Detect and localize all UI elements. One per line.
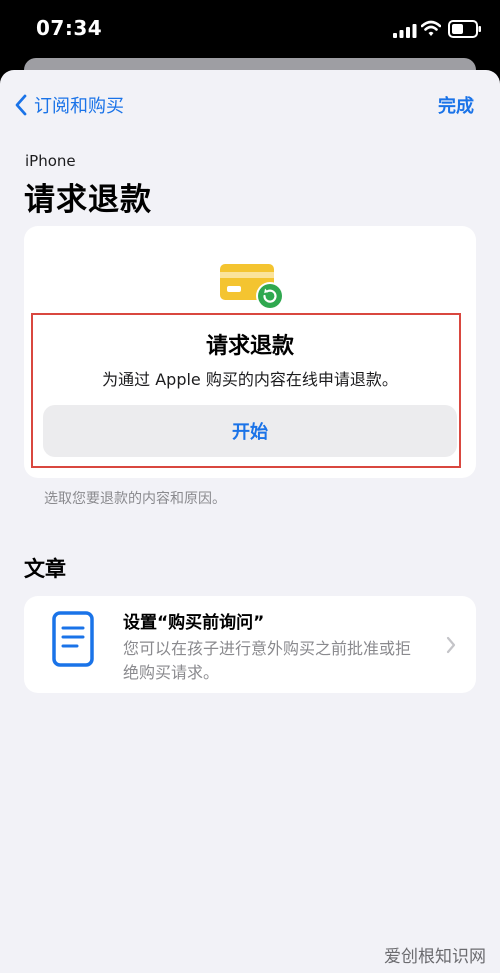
status-time: 07:34 [36, 16, 103, 40]
status-bar: 07:34 [0, 0, 500, 62]
signal-icon [393, 24, 417, 38]
section-title-articles: 文章 [24, 557, 66, 581]
article-description: 您可以在孩子进行意外购买之前批准或拒绝购买请求。 [123, 639, 412, 682]
credit-card-refund-icon [220, 264, 284, 310]
card-footer-note: 选取您要退款的内容和原因。 [44, 491, 226, 507]
page-eyebrow: iPhone [25, 152, 76, 170]
back-button[interactable]: 订阅和购买 [14, 92, 124, 118]
article-title: 设置“购买前询问” [123, 613, 265, 633]
refund-card: 请求退款 为通过 Apple 购买的内容在线申请退款。 开始 [24, 226, 476, 478]
wifi-icon [421, 20, 441, 36]
chevron-left-icon [15, 94, 27, 116]
watermark: 爱创根知识网 [384, 947, 486, 967]
document-icon [52, 611, 94, 667]
done-button[interactable]: 完成 [438, 92, 474, 118]
card-title: 请求退款 [205, 334, 294, 359]
card-description: 为通过 Apple 购买的内容在线申请退款。 [102, 370, 398, 389]
refund-sheet: 订阅和购买 完成 iPhone 请求退款 请求退款 为通过 Apple 购买的内… [0, 70, 500, 973]
battery-icon [448, 20, 481, 38]
article-row[interactable]: 设置“购买前询问” 您可以在孩子进行意外购买之前批准或拒绝购买请求。 [24, 596, 476, 693]
back-button-label: 订阅和购买 [34, 96, 124, 117]
start-button[interactable]: 开始 [43, 405, 457, 457]
chevron-right-icon [446, 636, 456, 654]
page-title: 请求退款 [24, 182, 152, 218]
